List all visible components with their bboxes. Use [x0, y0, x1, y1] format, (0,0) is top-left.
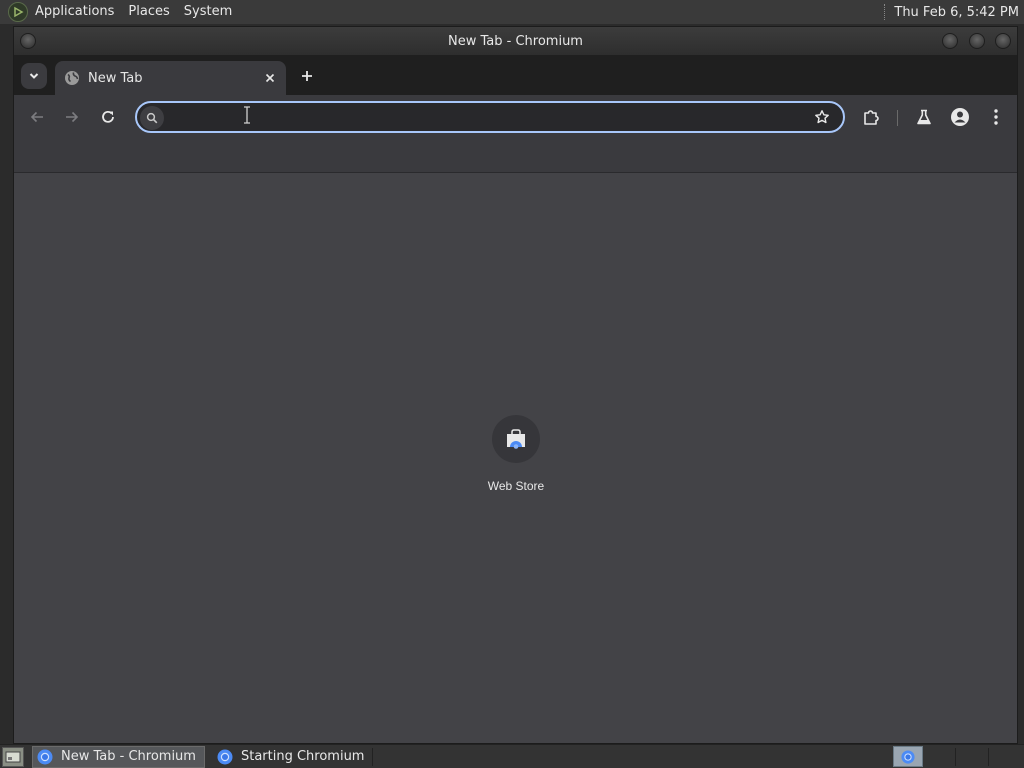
clock[interactable]: Thu Feb 6, 5:42 PM	[894, 5, 1024, 20]
places-menu[interactable]: Places	[121, 0, 176, 24]
tab-close-button[interactable]	[262, 70, 278, 86]
profile-button[interactable]	[948, 105, 972, 129]
labs-button[interactable]	[912, 105, 936, 129]
globe-icon	[65, 71, 79, 85]
back-icon	[30, 111, 43, 123]
reload-button[interactable]	[96, 105, 120, 129]
window-titlebar[interactable]: New Tab - Chromium	[14, 27, 1017, 55]
extensions-icon	[864, 110, 879, 125]
chevron-down-icon	[29, 73, 39, 79]
forward-button[interactable]	[60, 105, 84, 129]
top-panel: Applications Places System Thu Feb 6, 5:…	[0, 0, 1024, 24]
address-bar[interactable]	[135, 101, 845, 133]
new-tab-button[interactable]	[296, 65, 318, 87]
tab-search-button[interactable]	[21, 63, 47, 89]
browser-toolbar	[14, 95, 1017, 139]
chromium-tray-icon	[901, 749, 915, 764]
chromium-icon	[37, 749, 53, 764]
address-input[interactable]	[169, 105, 799, 129]
extensions-button[interactable]	[859, 105, 883, 129]
taskbar-separator	[372, 748, 373, 766]
plus-icon	[302, 71, 312, 81]
menu-icon	[994, 109, 998, 125]
show-desktop-button[interactable]	[2, 746, 24, 767]
task-new-tab-chromium[interactable]: New Tab - Chromium	[32, 745, 205, 768]
distro-logo-icon[interactable]	[8, 2, 28, 22]
reload-icon	[102, 110, 114, 123]
taskbar: New Tab - Chromium Starting Chromium	[0, 744, 1024, 768]
task-label: New Tab - Chromium	[61, 749, 196, 764]
toolbar-divider	[897, 110, 898, 126]
workspace-switcher[interactable]	[893, 746, 923, 767]
labs-icon	[917, 109, 931, 125]
task-starting-chromium[interactable]: Starting Chromium	[213, 746, 373, 768]
tab-title: New Tab	[88, 70, 143, 86]
web-store-icon	[507, 429, 525, 449]
window-title: New Tab - Chromium	[448, 33, 583, 49]
text-cursor-icon	[244, 106, 250, 124]
back-button[interactable]	[25, 105, 49, 129]
forward-icon	[66, 111, 79, 123]
desktop-icon	[5, 751, 21, 762]
applications-menu[interactable]: Applications	[28, 0, 121, 24]
close-icon	[265, 73, 275, 83]
tab-new-tab[interactable]: New Tab	[55, 61, 286, 95]
shortcut-web-store[interactable]: Web Store	[473, 415, 559, 493]
chromium-icon	[217, 749, 233, 764]
browser-menu-button[interactable]	[984, 105, 1008, 129]
bookmarks-bar	[14, 139, 1017, 173]
task-label: Starting Chromium	[240, 749, 365, 764]
panel-separator	[884, 4, 886, 20]
search-icon	[140, 106, 164, 130]
bookmark-star-icon[interactable]	[813, 108, 831, 126]
profile-icon	[951, 108, 969, 126]
minimize-button[interactable]	[942, 33, 958, 49]
workspace-separator	[955, 748, 956, 766]
shortcut-label: Web Store	[487, 479, 545, 493]
shortcut-tile[interactable]	[492, 415, 540, 463]
browser-window: New Tab - Chromium New Tab Web Store	[13, 26, 1018, 744]
maximize-button[interactable]	[969, 33, 985, 49]
tab-strip: New Tab	[14, 55, 1017, 95]
new-tab-page: Web Store	[14, 175, 1017, 743]
system-menu[interactable]: System	[177, 0, 239, 24]
window-menu-button[interactable]	[20, 33, 36, 49]
close-window-button[interactable]	[995, 33, 1011, 49]
workspace-separator	[988, 748, 989, 766]
